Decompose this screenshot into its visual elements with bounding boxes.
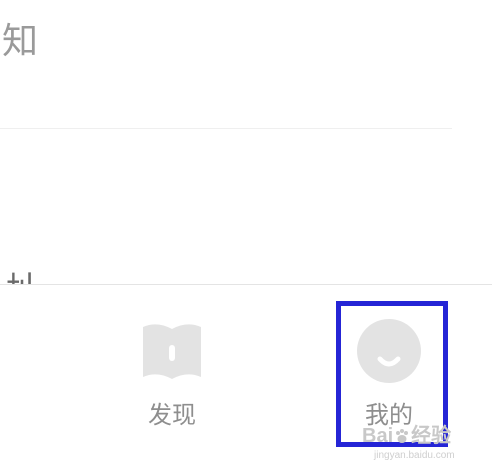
bottom-tab-bar: 发现 我的 (0, 284, 492, 476)
page-title-fragment: 知 (2, 21, 39, 62)
avatar-icon (357, 319, 421, 383)
divider (0, 128, 452, 129)
tab-discover[interactable]: 发现 (117, 285, 227, 445)
tab-mine-label: 我的 (365, 401, 413, 429)
partial-text-line: 址 (6, 271, 36, 285)
app-screen: 知 址 发现 我的 Bai经验 jingyan.baidu.com (0, 0, 492, 476)
book-icon (143, 324, 201, 379)
tab-discover-label: 发现 (148, 401, 196, 429)
partial-text-glyph: 址 (6, 271, 36, 285)
tab-mine[interactable]: 我的 (334, 285, 444, 445)
